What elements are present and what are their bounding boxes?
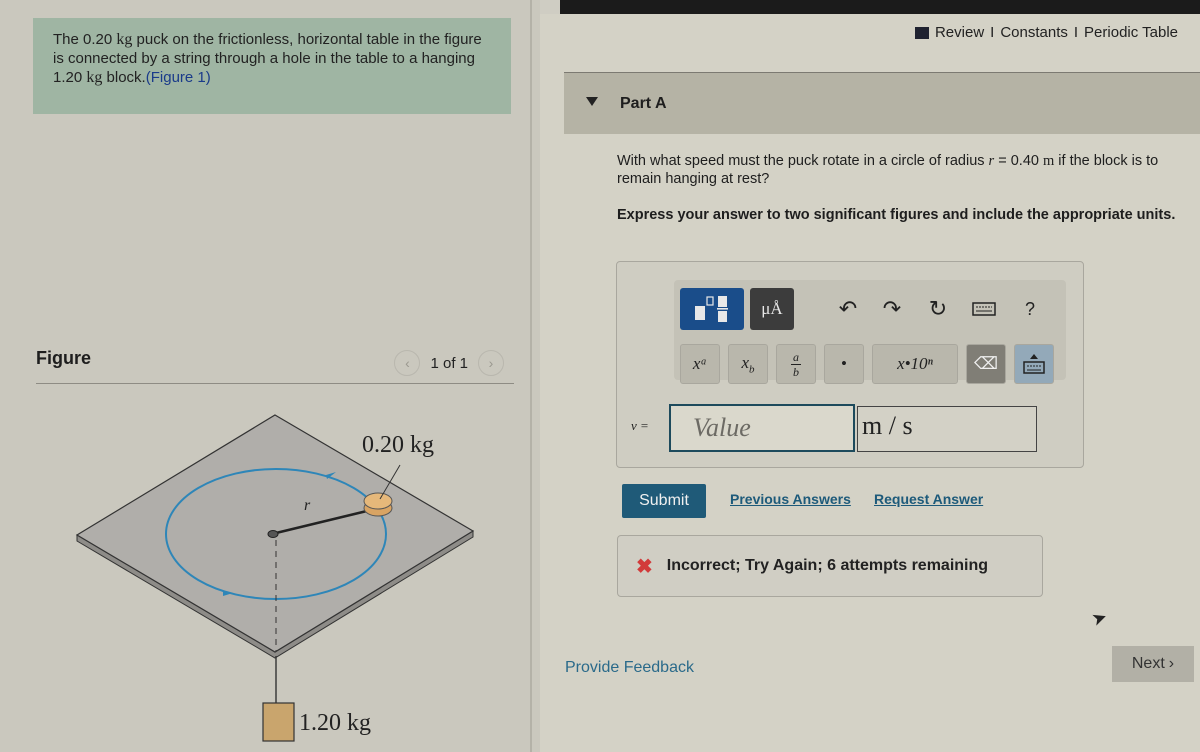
feedback-message: ✖ Incorrect; Try Again; 6 attempts remai… xyxy=(617,535,1043,597)
reset-button[interactable]: ↻ xyxy=(924,292,952,326)
part-a-header[interactable]: Part A xyxy=(564,72,1200,134)
next-label: Next xyxy=(1131,655,1165,672)
intro-text: The 0.20 xyxy=(53,31,117,48)
undo-button[interactable]: ↶ xyxy=(834,292,862,326)
units-input[interactable]: m / s xyxy=(857,406,1037,452)
review-link[interactable]: Review xyxy=(935,24,984,41)
undo-icon: ↶ xyxy=(838,296,858,321)
help-button[interactable]: ? xyxy=(1016,292,1044,326)
hanging-block xyxy=(262,702,295,742)
toggle-keyboard-key[interactable] xyxy=(1014,344,1054,384)
constants-link[interactable]: Constants xyxy=(1000,24,1068,41)
resource-links: Review I Constants I Periodic Table xyxy=(914,24,1178,41)
question-segment: With what speed must the puck rotate in … xyxy=(617,153,989,169)
screen-bezel xyxy=(560,0,1200,14)
templates-icon xyxy=(695,296,728,322)
link-separator: I xyxy=(1073,24,1079,41)
variable-label: v = xyxy=(631,418,649,433)
puck-mass-label: 0.20 kg xyxy=(362,432,434,458)
question-text: With what speed must the puck rotate in … xyxy=(617,152,1197,188)
answer-instruction: Express your answer to two significant f… xyxy=(617,207,1176,223)
block-mass-label: 1.20 kg xyxy=(299,710,371,736)
subscript-key[interactable]: xb xyxy=(728,344,768,384)
keyboard-button[interactable] xyxy=(970,292,998,326)
intro-unit-kg: kg xyxy=(86,69,103,86)
intro-unit-kg: kg xyxy=(116,31,133,48)
problem-intro: The 0.20 kg puck on the frictionless, ho… xyxy=(33,18,511,114)
figure-title: Figure xyxy=(36,348,92,368)
prev-figure-button[interactable]: ‹ xyxy=(394,350,421,376)
chevron-right-icon: › xyxy=(1168,655,1175,672)
subscript-label: xb xyxy=(741,352,755,376)
feedback-text: Incorrect; Try Again; 6 attempts remaini… xyxy=(666,557,989,574)
periodic-table-link[interactable]: Periodic Table xyxy=(1084,24,1178,41)
answer-panel: μÅ ↶ ↷ ↻ ? xᵃ xb a b • x•10ⁿ ⌫ v = Value… xyxy=(616,261,1084,468)
question-pane: Review I Constants I Periodic Table Part… xyxy=(540,14,1200,752)
answer-row: v = m / s xyxy=(625,402,1075,452)
figure-count: 1 of 1 xyxy=(430,354,468,372)
redo-icon: ↷ xyxy=(882,296,902,321)
figure-header: Figure ‹ 1 of 1 › xyxy=(36,346,514,384)
scientific-notation-key[interactable]: x•10ⁿ xyxy=(872,344,958,384)
fraction-numerator: a xyxy=(793,349,799,364)
provide-feedback-link[interactable]: Provide Feedback xyxy=(565,659,694,677)
keyboard-icon xyxy=(972,302,996,316)
reset-icon: ↻ xyxy=(928,296,948,321)
figure-pager: ‹ 1 of 1 › xyxy=(394,350,504,376)
dot-key[interactable]: • xyxy=(824,344,864,384)
intro-text: block. xyxy=(102,69,146,86)
figure-link[interactable]: (Figure 1) xyxy=(146,69,211,86)
link-separator: I xyxy=(990,24,995,41)
book-icon xyxy=(914,26,929,39)
delete-key[interactable]: ⌫ xyxy=(966,344,1006,384)
chevron-right-icon: › xyxy=(488,355,494,371)
puck xyxy=(363,492,393,510)
value-input[interactable] xyxy=(669,404,855,452)
previous-answers-link[interactable]: Previous Answers xyxy=(730,491,851,507)
incorrect-x-icon: ✖ xyxy=(636,555,653,578)
pane-divider xyxy=(530,0,532,752)
backspace-icon: ⌫ xyxy=(973,354,999,373)
keyboard-toggle-icon xyxy=(1023,354,1045,374)
radius-label: r xyxy=(304,497,311,514)
request-answer-link[interactable]: Request Answer xyxy=(874,491,983,507)
hole xyxy=(267,530,279,538)
caret-down-icon xyxy=(586,97,598,106)
figure-diagram: 0.20 kg r 1.20 kg xyxy=(75,414,475,742)
part-title: Part A xyxy=(620,95,667,112)
radius-unit: m xyxy=(1042,153,1055,169)
fraction-denominator: b xyxy=(793,364,799,379)
redo-button[interactable]: ↷ xyxy=(878,292,906,326)
math-toolbar: μÅ ↶ ↷ ↻ ? xᵃ xb a b • x•10ⁿ ⌫ xyxy=(674,280,1066,384)
fraction-key[interactable]: a b xyxy=(776,344,816,384)
superscript-key[interactable]: xᵃ xyxy=(680,344,720,384)
question-segment: = 0.40 xyxy=(994,153,1043,169)
units-button[interactable]: μÅ xyxy=(750,288,794,330)
next-figure-button[interactable]: › xyxy=(478,350,504,376)
next-button[interactable]: Next › xyxy=(1112,646,1194,682)
templates-button[interactable] xyxy=(680,288,744,330)
chevron-left-icon: ‹ xyxy=(405,355,410,371)
submit-button[interactable]: Submit xyxy=(622,484,706,518)
